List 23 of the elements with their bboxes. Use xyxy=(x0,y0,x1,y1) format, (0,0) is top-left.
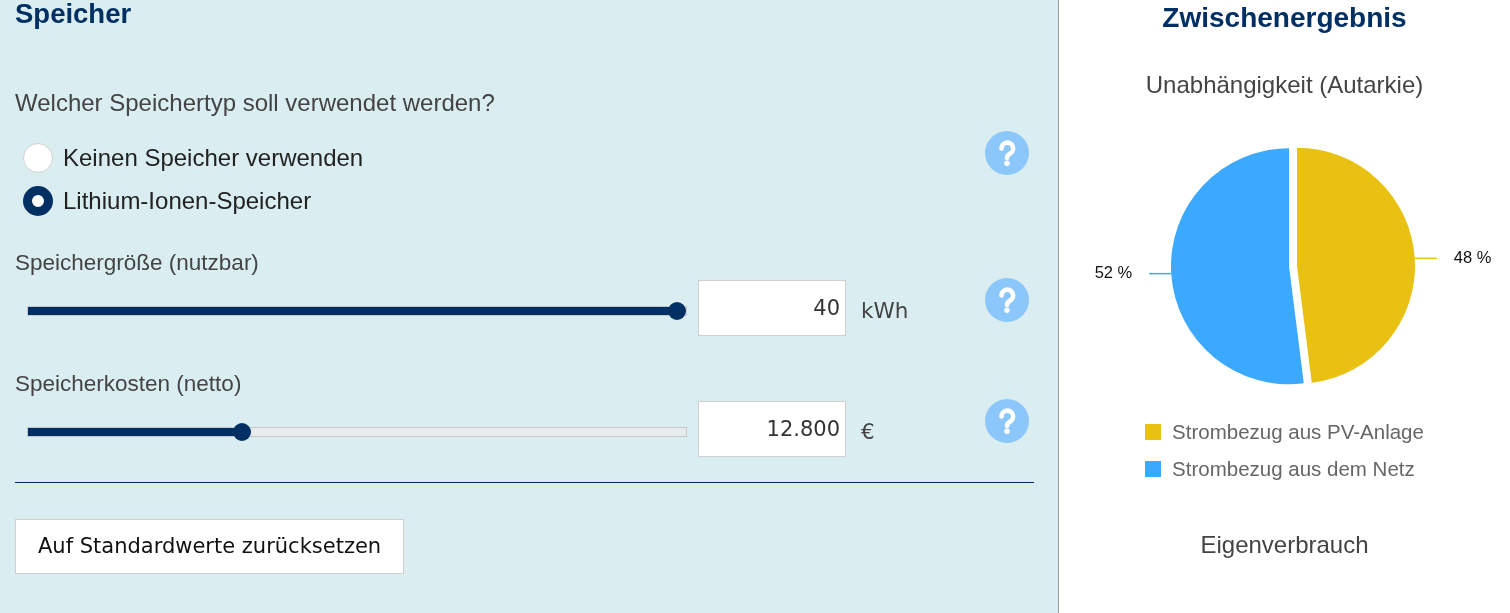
reset-button[interactable]: Auf Standardwerte zurücksetzen xyxy=(15,519,405,574)
number-input[interactable]: 40 xyxy=(698,280,846,336)
chart-title: Unabhängigkeit (Autarkie) xyxy=(1144,71,1425,99)
unit-label: € xyxy=(861,419,875,445)
slider-thumb[interactable] xyxy=(232,423,251,441)
leader-line xyxy=(1414,257,1438,260)
field-label: Speicherkosten (netto) xyxy=(15,371,243,397)
slider-thumb[interactable] xyxy=(668,302,686,320)
value-label: 48 % xyxy=(1453,247,1492,266)
number-input[interactable]: 12.800 xyxy=(698,401,846,457)
legend-label[interactable]: Strombezug aus dem Netz xyxy=(1172,456,1415,482)
question-label: Welcher Speichertyp soll verwendet werden? xyxy=(15,89,496,117)
radio-button[interactable] xyxy=(23,186,53,216)
leader-line xyxy=(1148,272,1172,275)
legend-label[interactable]: Strombezug aus PV-Anlage xyxy=(1172,419,1424,445)
field-label: Speichergröße (nutzbar) xyxy=(15,250,260,276)
section-title: Speicher xyxy=(15,0,133,28)
radio-label[interactable]: Lithium-Ionen-Speicher xyxy=(63,187,312,215)
radio-label[interactable]: Keinen Speicher verwenden xyxy=(63,144,364,172)
value-label: 52 % xyxy=(1094,263,1133,281)
panel-title: Zwischenergebnis xyxy=(1161,1,1408,35)
chart-title: Eigenverbrauch xyxy=(1199,531,1370,559)
unit-label: kWh xyxy=(861,298,909,324)
